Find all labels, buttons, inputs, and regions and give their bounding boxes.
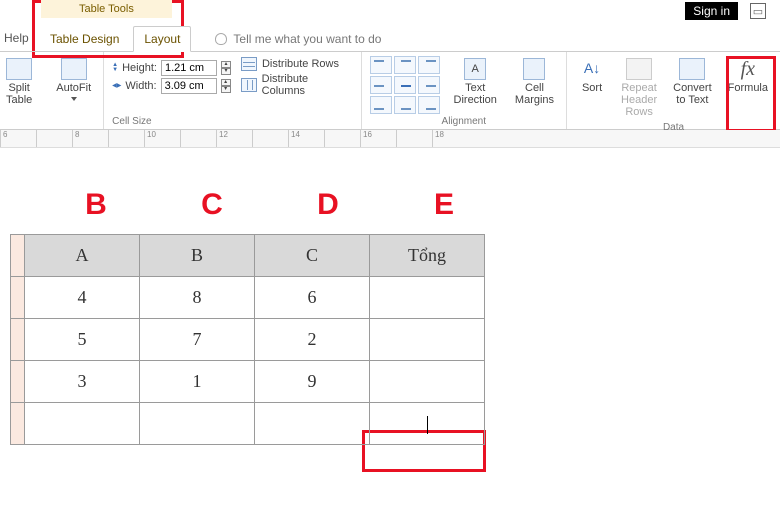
width-spinner[interactable]: ▴▾: [221, 79, 231, 93]
width-arrows-icon: ◀▶: [112, 84, 121, 89]
height-arrows-icon: ▲▼: [112, 63, 118, 73]
align-bottom-center[interactable]: [394, 96, 416, 114]
active-cell[interactable]: [370, 403, 485, 445]
alignment-grid: [370, 56, 440, 114]
repeat-header-rows-button: Repeat Header Rows: [617, 56, 661, 120]
repeat-header-icon: [626, 58, 652, 80]
col-width-control[interactable]: ◀▶ Width: ▴▾: [112, 78, 231, 94]
table-row: 4 8 6: [11, 277, 485, 319]
align-top-center[interactable]: [394, 56, 416, 74]
sort-icon: A↓: [579, 58, 605, 80]
tab-layout[interactable]: Layout: [133, 26, 191, 52]
column-letter-overlay: B C D E: [10, 188, 780, 222]
width-input[interactable]: [161, 78, 217, 94]
header-b[interactable]: B: [140, 235, 255, 277]
group-alignment: A Text Direction Cell Margins Alignment: [362, 52, 568, 129]
table-header-row: A B C Tổng: [11, 235, 485, 277]
header-c[interactable]: C: [255, 235, 370, 277]
ribbon: Split Table AutoFit ▲▼ Height: ▴▾ ◀▶ Wid…: [0, 52, 780, 130]
word-table[interactable]: A B C Tổng 4 8 6 5 7 2 3 1 9: [10, 234, 485, 445]
convert-to-text-button[interactable]: Convert to Text: [669, 56, 716, 120]
distribute-columns-icon: [241, 78, 257, 92]
distribute-rows-button[interactable]: Distribute Rows: [241, 56, 353, 72]
sort-button[interactable]: A↓ Sort: [575, 56, 609, 120]
group-data: A↓ Sort Repeat Header Rows Convert to Te…: [567, 52, 780, 129]
cell-margins-button[interactable]: Cell Margins: [511, 56, 558, 108]
row-handle[interactable]: [11, 319, 25, 361]
distribute-rows-icon: [241, 57, 257, 71]
cell-size-group-label: Cell Size: [112, 114, 352, 129]
document-area[interactable]: B C D E A B C Tổng 4 8 6 5 7 2 3: [0, 148, 780, 445]
tell-me-placeholder: Tell me what you want to do: [233, 32, 381, 46]
lightbulb-icon: [215, 33, 227, 45]
distribute-columns-button[interactable]: Distribute Columns: [241, 72, 353, 98]
tab-row: Help Table Design Layout Tell me what yo…: [0, 22, 780, 52]
align-bottom-left[interactable]: [370, 96, 392, 114]
row-handle[interactable]: [11, 361, 25, 403]
convert-to-text-icon: [679, 58, 705, 80]
text-cursor: [427, 416, 428, 434]
formula-button[interactable]: fx Formula: [724, 56, 772, 120]
height-spinner[interactable]: ▴▾: [221, 61, 231, 75]
row-height-control[interactable]: ▲▼ Height: ▴▾: [112, 60, 231, 76]
chevron-down-icon: [71, 97, 77, 101]
window-restore-icon[interactable]: ▭: [750, 3, 766, 19]
table-tools-label: Table Tools: [41, 0, 172, 18]
table-row: 3 1 9: [11, 361, 485, 403]
group-split: Split Table: [0, 52, 44, 129]
cell-margins-icon: [523, 58, 545, 80]
table-row: 5 7 2: [11, 319, 485, 361]
split-table-button[interactable]: Split Table: [2, 56, 36, 108]
formula-icon: fx: [735, 58, 761, 80]
height-input[interactable]: [161, 60, 217, 76]
tab-help[interactable]: Help: [0, 31, 29, 45]
header-tong[interactable]: Tổng: [370, 235, 485, 277]
group-cell-size: ▲▼ Height: ▴▾ ◀▶ Width: ▴▾ Distribute Ro…: [104, 52, 361, 129]
group-autofit: AutoFit: [44, 52, 104, 129]
horizontal-ruler[interactable]: 681012141618: [0, 130, 780, 148]
header-a[interactable]: A: [25, 235, 140, 277]
row-handle[interactable]: [11, 235, 25, 277]
autofit-icon: [61, 58, 87, 80]
sign-in-button[interactable]: Sign in: [685, 2, 738, 20]
align-top-right[interactable]: [418, 56, 440, 74]
align-middle-left[interactable]: [370, 76, 392, 94]
align-middle-right[interactable]: [418, 76, 440, 94]
align-bottom-right[interactable]: [418, 96, 440, 114]
row-handle[interactable]: [11, 403, 25, 445]
contextual-tab-region: Table Tools: [35, 0, 178, 18]
autofit-button[interactable]: AutoFit: [52, 56, 95, 103]
table-row: [11, 403, 485, 445]
align-top-left[interactable]: [370, 56, 392, 74]
tell-me-search[interactable]: Tell me what you want to do: [215, 32, 381, 51]
row-handle[interactable]: [11, 277, 25, 319]
text-direction-icon: A: [464, 58, 486, 80]
tab-table-design[interactable]: Table Design: [40, 27, 129, 51]
alignment-group-label: Alignment: [442, 114, 486, 129]
align-middle-center[interactable]: [394, 76, 416, 94]
split-table-icon: [6, 58, 32, 80]
title-bar: Table Tools Sign in ▭: [0, 0, 780, 22]
text-direction-button[interactable]: A Text Direction: [450, 56, 501, 108]
